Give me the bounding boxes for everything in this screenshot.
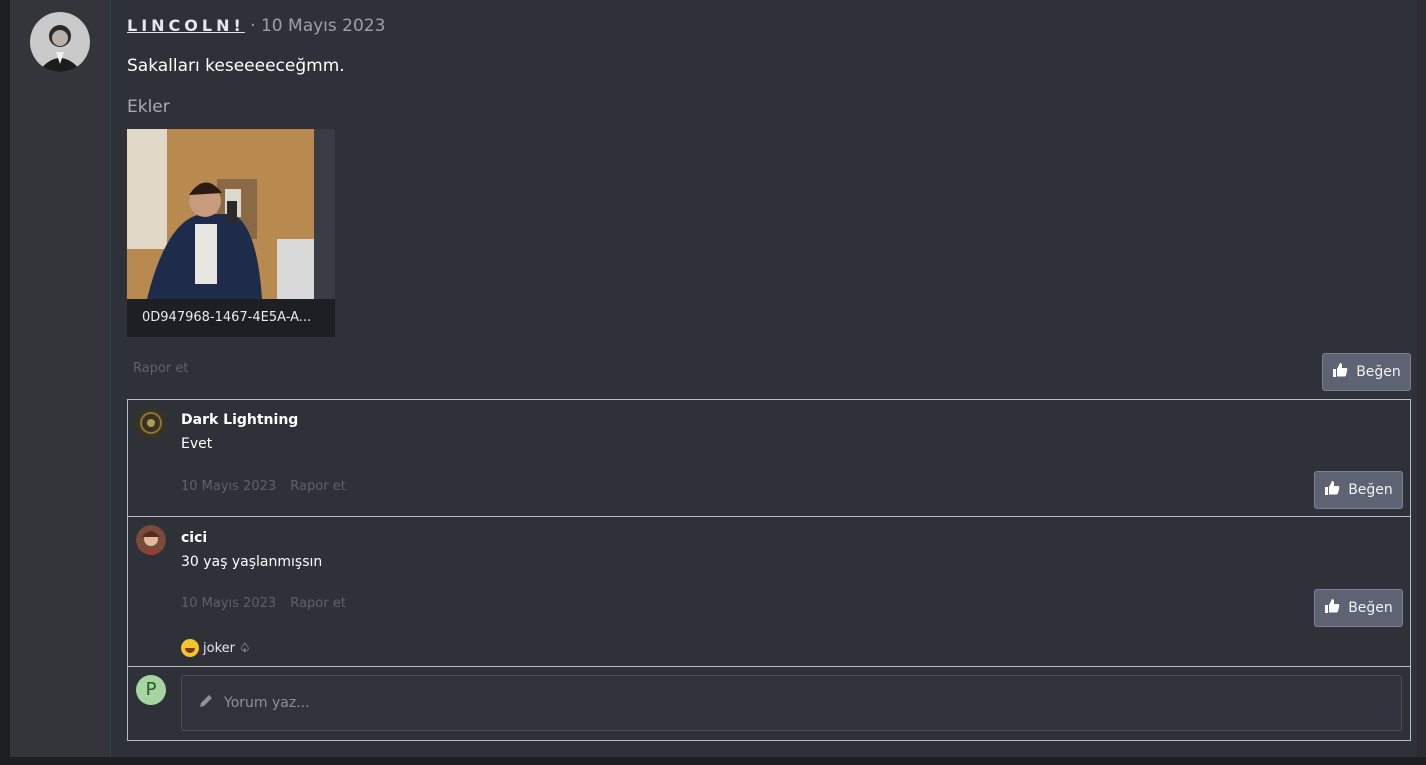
comment-text: Evet: [181, 436, 213, 452]
rofl-emoji-icon: [181, 639, 199, 657]
post-like-button[interactable]: Beğen: [1322, 353, 1411, 391]
like-label: Beğen: [1348, 600, 1393, 616]
date-separator: ·: [250, 16, 256, 36]
comment-meta: 10 Mayıs 2023 Rapor et: [181, 596, 356, 611]
comment-item: Dark Lightning Evet 10 Mayıs 2023 Rapor …: [128, 400, 1410, 517]
like-label: Beğen: [1348, 482, 1393, 498]
pencil-icon: [198, 693, 214, 713]
post-report-link[interactable]: Rapor et: [133, 361, 189, 376]
comment-author[interactable]: Dark Lightning: [181, 412, 298, 428]
scrollbar[interactable]: [1417, 0, 1426, 757]
comment-report-link[interactable]: Rapor et: [290, 596, 346, 611]
thumbs-up-icon: [1324, 480, 1340, 500]
post-date[interactable]: 10 Mayıs 2023: [261, 16, 385, 36]
spade-icon: ♤: [238, 640, 251, 656]
comment-composer: P: [128, 667, 1410, 740]
comment-like-button[interactable]: Beğen: [1314, 589, 1403, 627]
comment-author[interactable]: cici: [181, 530, 207, 546]
thumbs-up-icon: [1332, 362, 1348, 382]
comment-avatar[interactable]: [136, 408, 166, 438]
attachments-title: Ekler: [127, 97, 170, 117]
author-avatar[interactable]: [30, 12, 90, 72]
author-username[interactable]: LINCOLN!: [127, 16, 245, 35]
current-user-avatar[interactable]: P: [136, 675, 166, 705]
comment-report-link[interactable]: Rapor et: [290, 479, 346, 494]
user-signature: joker ♤: [181, 639, 251, 657]
signature-text: joker: [203, 640, 235, 656]
attachment-filename[interactable]: 0D947968-1467-4E5A-A...: [127, 299, 335, 337]
window-frame-bottom: [0, 757, 1426, 765]
comment-text: 30 yaş yaşlanmışsın: [181, 554, 323, 570]
post-body: Sakalları keseeeeceğmm.: [127, 56, 345, 76]
comment-avatar[interactable]: [136, 525, 166, 555]
comment-input-box[interactable]: [181, 675, 1402, 731]
comment-like-button[interactable]: Beğen: [1314, 471, 1403, 509]
comment-date[interactable]: 10 Mayıs 2023: [181, 596, 276, 611]
post-user-column: [10, 0, 111, 757]
window-frame-left: [0, 0, 10, 765]
thumbs-up-icon: [1324, 598, 1340, 618]
comment-item: cici 30 yaş yaşlanmışsın 10 Mayıs 2023 R…: [128, 517, 1410, 667]
comment-input[interactable]: [222, 694, 826, 712]
comment-meta: 10 Mayıs 2023 Rapor et: [181, 479, 356, 494]
comment-date[interactable]: 10 Mayıs 2023: [181, 479, 276, 494]
post-header: LINCOLN! · 10 Mayıs 2023: [127, 16, 385, 36]
like-label: Beğen: [1356, 364, 1401, 380]
attachment-image[interactable]: [127, 129, 314, 299]
comments-section: Dark Lightning Evet 10 Mayıs 2023 Rapor …: [127, 399, 1411, 741]
attachment-thumbnail[interactable]: 0D947968-1467-4E5A-A...: [127, 129, 335, 337]
